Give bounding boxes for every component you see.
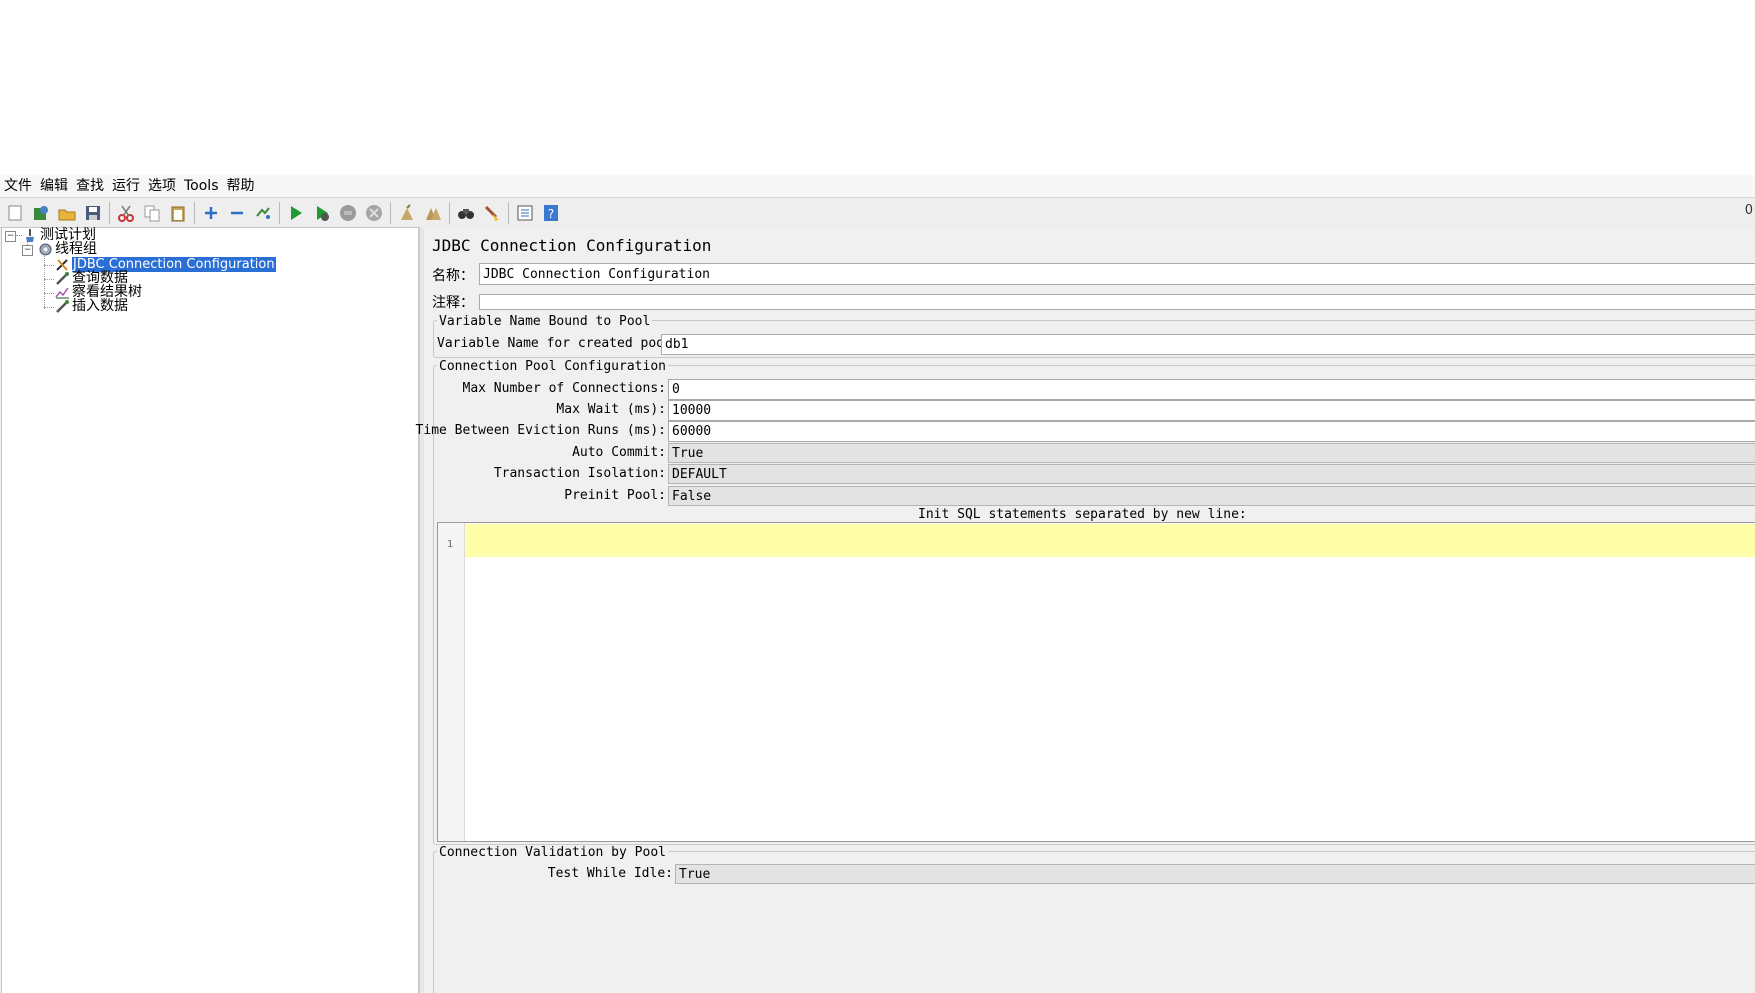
menu-edit[interactable]: 编辑	[36, 175, 72, 197]
line-number: 1	[447, 539, 454, 550]
tree-connector	[44, 293, 54, 294]
transaction-isolation-select[interactable]: DEFAULT	[668, 464, 1755, 484]
new-icon[interactable]	[4, 202, 26, 224]
menu-help[interactable]: 帮助	[223, 175, 259, 197]
menubar: 文件 编辑 查找 运行 选项 Tools 帮助	[0, 175, 1755, 197]
save-icon[interactable]	[82, 202, 104, 224]
open-icon[interactable]	[56, 202, 78, 224]
help-icon[interactable]: ?	[540, 202, 562, 224]
variable-name-label: Variable Name for created pool:	[437, 336, 680, 351]
clear-all-icon[interactable]	[422, 202, 444, 224]
toolbar-separator	[109, 201, 110, 224]
menu-tools[interactable]: Tools	[180, 175, 223, 197]
toolbar-separator	[449, 201, 450, 224]
preinit-pool-select[interactable]: False	[668, 486, 1755, 506]
toolbar: ? 0	[0, 197, 1755, 228]
templates-icon[interactable]	[30, 202, 52, 224]
toolbar-separator	[508, 201, 509, 224]
eviction-runs-field[interactable]: 60000	[668, 421, 1755, 442]
tree-node-label: 线程组	[55, 241, 97, 257]
stop-icon[interactable]	[337, 202, 359, 224]
paste-icon[interactable]	[167, 202, 189, 224]
tree-connector	[44, 265, 54, 266]
comment-field[interactable]	[479, 294, 1755, 310]
name-label: 名称：	[432, 268, 474, 284]
toggle-icon[interactable]	[252, 202, 274, 224]
auto-commit-label: Auto Commit:	[572, 445, 666, 460]
init-sql-label: Init SQL statements separated by new lin…	[918, 507, 1247, 522]
max-wait-label: Max Wait (ms):	[556, 402, 666, 417]
expand-icon[interactable]	[200, 202, 222, 224]
menu-options[interactable]: 选项	[144, 175, 180, 197]
test-while-idle-select[interactable]: True	[675, 864, 1755, 884]
tree-connector	[44, 279, 54, 280]
function-helper-icon[interactable]	[514, 202, 536, 224]
cut-icon[interactable]	[115, 202, 137, 224]
connection-pool-group-legend: Connection Pool Configuration	[437, 359, 668, 374]
search-icon[interactable]	[455, 202, 477, 224]
tree-node-insert-data[interactable]: 插入数据	[54, 299, 128, 314]
thread-group-icon	[37, 242, 53, 257]
init-sql-editor[interactable]: 1	[437, 522, 1755, 842]
svg-text:?: ?	[548, 207, 554, 221]
sampler-icon	[54, 271, 70, 286]
max-connections-field[interactable]: 0	[668, 379, 1755, 400]
menu-file[interactable]: 文件	[0, 175, 36, 197]
clear-icon[interactable]	[396, 202, 418, 224]
toolbar-separator	[390, 201, 391, 224]
panel-title: JDBC Connection Configuration	[432, 236, 712, 255]
connection-validation-group-legend: Connection Validation by Pool	[437, 845, 668, 860]
variable-name-group-legend: Variable Name Bound to Pool	[437, 314, 653, 329]
collapse-icon[interactable]	[226, 202, 248, 224]
start-icon[interactable]	[285, 202, 307, 224]
name-field[interactable]: JDBC Connection Configuration	[479, 263, 1755, 285]
tree-node-label: 插入数据	[72, 298, 128, 314]
tree-connector	[44, 254, 45, 309]
tree-expander-thread-group[interactable]: −	[22, 245, 33, 256]
toolbar-separator	[279, 201, 280, 224]
menu-run[interactable]: 运行	[108, 175, 144, 197]
copy-icon[interactable]	[141, 202, 163, 224]
start-no-pause-icon[interactable]	[311, 202, 333, 224]
sampler-icon	[54, 299, 70, 314]
jmeter-window: 文件 编辑 查找 运行 选项 Tools 帮助 ? 0 − 测试计划 − 线程组…	[0, 175, 1755, 993]
editor-gutter: 1	[438, 523, 465, 841]
tree-node-thread-group[interactable]: 线程组	[37, 242, 97, 257]
shutdown-icon[interactable]	[363, 202, 385, 224]
jdbc-config-panel: JDBC Connection Configuration 名称： JDBC C…	[416, 227, 1755, 993]
tree-connector	[44, 307, 54, 308]
test-plan-icon	[22, 228, 38, 243]
transaction-isolation-label: Transaction Isolation:	[493, 466, 666, 481]
menu-search[interactable]: 查找	[72, 175, 108, 197]
listener-icon	[54, 285, 70, 300]
current-line-highlight	[465, 524, 1755, 557]
test-plan-tree[interactable]: − 测试计划 − 线程组 JDBC Connection Configurati…	[1, 227, 419, 993]
toolbar-separator	[194, 201, 195, 224]
eviction-runs-label: Time Between Eviction Runs (ms):	[415, 423, 666, 438]
test-while-idle-label: Test While Idle:	[547, 866, 673, 881]
variable-name-field[interactable]: db1	[661, 334, 1755, 355]
reset-search-icon[interactable]	[481, 202, 503, 224]
max-wait-field[interactable]: 10000	[668, 400, 1755, 421]
auto-commit-select[interactable]: True	[668, 443, 1755, 463]
toolbar-right-counter: 0	[1744, 203, 1753, 218]
config-element-icon	[54, 257, 70, 272]
tree-expander-test-plan[interactable]: −	[5, 231, 16, 242]
max-connections-label: Max Number of Connections:	[462, 381, 667, 396]
comment-label: 注释：	[432, 295, 474, 311]
preinit-pool-label: Preinit Pool:	[564, 488, 666, 503]
